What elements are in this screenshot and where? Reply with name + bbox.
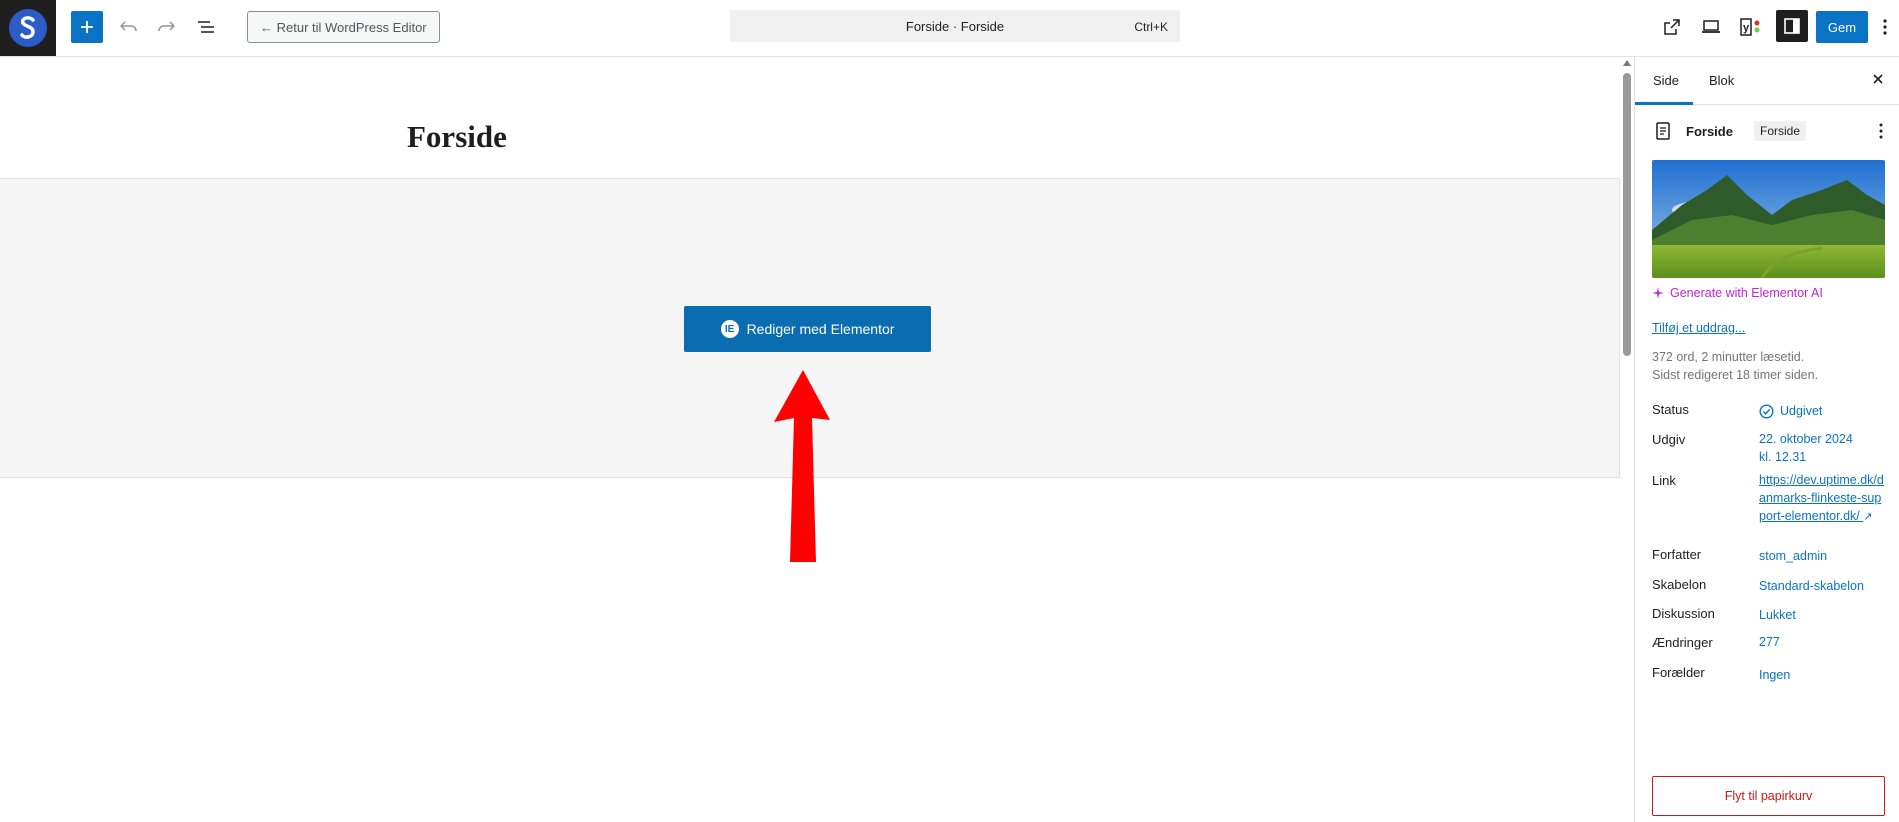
generate-ai-link[interactable]: Generate with Elementor AI (1652, 286, 1823, 300)
document-title: Forside · Forside (905, 19, 1005, 34)
featured-image[interactable] (1652, 160, 1885, 278)
settings-sidebar: Side Blok Forside Forside Generate with … (1634, 57, 1899, 822)
undo-icon (120, 21, 137, 32)
list-view-icon (198, 21, 214, 33)
link-label: Link (1652, 473, 1676, 488)
post-type-badge: Forside (1754, 121, 1807, 141)
elementor-button-label: Rediger med Elementor (746, 321, 895, 337)
word-count: 372 ord, 2 minutter læsetid. (1652, 350, 1805, 364)
site-logo-button[interactable] (0, 0, 56, 56)
publish-date: 22. oktober 2024 (1759, 432, 1853, 446)
options-menu-button[interactable] (1874, 11, 1896, 43)
template-label: Skabelon (1652, 577, 1707, 592)
external-view-icon (1664, 19, 1680, 35)
save-button[interactable]: Gem (1816, 11, 1868, 43)
status-value: Udgivet (1780, 404, 1823, 418)
sparkle-icon (1652, 287, 1664, 299)
check-circle-icon (1759, 403, 1774, 419)
publish-label: Udgiv (1652, 432, 1686, 447)
canvas-scrollbar[interactable] (1620, 57, 1634, 822)
revisions-label: Ændringer (1652, 635, 1713, 650)
page-title[interactable]: Forside (407, 119, 507, 155)
discussion-value[interactable]: Lukket (1759, 606, 1796, 624)
elementor-icon: IE (720, 320, 739, 338)
parent-label: Forælder (1652, 665, 1705, 680)
plus-icon (81, 21, 93, 33)
external-link-icon: ↗ (1863, 511, 1873, 523)
tab-side[interactable]: Side (1653, 73, 1679, 88)
desktop-preview-icon (1702, 20, 1720, 33)
author-value[interactable]: stom_admin (1759, 547, 1827, 565)
site-logo-icon (9, 9, 47, 47)
revisions-value[interactable]: 277 (1759, 633, 1780, 651)
template-value[interactable]: Standard-skabelon (1759, 577, 1864, 595)
command-palette-bar[interactable]: Forside · Forside Ctrl+K (730, 10, 1180, 42)
close-sidebar-button[interactable] (1868, 69, 1888, 89)
page-icon (1656, 122, 1670, 140)
add-block-button[interactable] (71, 11, 103, 43)
permalink-link[interactable]: https://dev.uptime.dk/danmarks-flinkeste… (1759, 471, 1887, 526)
tab-blok[interactable]: Blok (1709, 73, 1734, 88)
document-summary: Forside Forside (1653, 121, 1883, 141)
yoast-icon: y (1740, 18, 1760, 36)
editor-header: ← Retur til WordPress Editor Forside · F… (0, 0, 1899, 57)
generate-ai-label: Generate with Elementor AI (1670, 286, 1823, 300)
undo-button[interactable] (113, 11, 145, 43)
status-value-button[interactable]: Udgivet (1759, 402, 1822, 420)
preview-button[interactable] (1695, 11, 1727, 43)
scroll-up-arrow[interactable] (1623, 60, 1631, 66)
annotation-arrow (774, 370, 830, 562)
add-excerpt-link[interactable]: Tilføj et uddrag... (1652, 321, 1745, 335)
author-label: Forfatter (1652, 547, 1702, 562)
parent-value[interactable]: Ingen (1759, 666, 1790, 684)
yoast-seo-button[interactable]: y (1735, 11, 1767, 43)
edit-with-elementor-button[interactable]: IE Rediger med Elementor (684, 306, 931, 352)
redo-icon (158, 21, 175, 32)
close-icon (1873, 74, 1883, 84)
active-tab-indicator (1635, 102, 1693, 105)
more-vertical-icon (1879, 123, 1883, 139)
document-actions-button[interactable] (1875, 121, 1887, 141)
scroll-thumb[interactable] (1623, 73, 1631, 356)
list-view-button[interactable] (190, 11, 222, 43)
document-title-label: Forside (1686, 124, 1733, 139)
status-label: Status (1652, 402, 1689, 417)
discussion-label: Diskussion (1652, 606, 1715, 621)
settings-sidebar-toggle[interactable] (1776, 10, 1808, 42)
publish-time: kl. 12.31 (1759, 450, 1807, 464)
publish-date-button[interactable]: 22. oktober 2024 kl. 12.31 (1759, 430, 1853, 466)
svg-text:y: y (1743, 22, 1750, 34)
redo-button[interactable] (150, 11, 182, 43)
more-vertical-icon (1883, 19, 1887, 35)
last-edited: Sidst redigeret 18 timer siden. (1652, 368, 1819, 382)
sidebar-toggle-icon (1784, 18, 1800, 34)
back-to-wp-editor-button[interactable]: ← Retur til WordPress Editor (247, 11, 440, 43)
command-shortcut: Ctrl+K (1134, 20, 1168, 34)
editor-canvas: Forside IE Rediger med Elementor (0, 57, 1634, 822)
view-page-button[interactable] (1656, 11, 1688, 43)
move-to-trash-button[interactable]: Flyt til papirkurv (1652, 776, 1885, 816)
featured-image-landscape (1652, 160, 1885, 278)
sidebar-tabs: Side Blok (1635, 57, 1899, 105)
